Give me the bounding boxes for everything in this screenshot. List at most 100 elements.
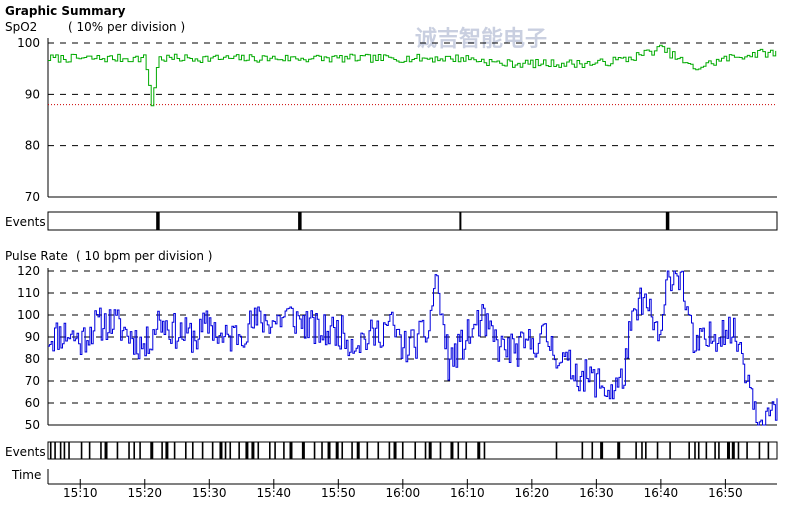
pulse-event-mark <box>104 442 108 459</box>
pulse-event-mark <box>327 442 331 459</box>
pulse-event-mark <box>59 442 62 459</box>
pulse-event-mark <box>617 442 621 459</box>
y-tick-label: 80 <box>25 139 40 153</box>
time-tick-label: 15:20 <box>127 486 162 500</box>
pulse-gridlines <box>48 270 777 404</box>
pulse-event-mark <box>439 442 442 459</box>
pulse-event-mark <box>705 442 708 459</box>
pulse-event-mark <box>211 442 214 459</box>
pulse-event-mark <box>393 442 397 459</box>
pulse-event-mark <box>283 442 285 459</box>
pulse-event-mark <box>641 442 643 459</box>
pulse-event-mark <box>116 442 119 459</box>
spo2-division-note: ( 10% per division ) <box>68 20 185 34</box>
time-tick-label: 16:10 <box>450 486 485 500</box>
pulse-event-mark <box>581 442 584 459</box>
time-tick-label: 16:50 <box>708 486 743 500</box>
pulse-event-mark <box>656 442 659 459</box>
pulse-event-mark <box>54 442 56 459</box>
pulse-panel: 50 60 70 80 90 100 110 120 <box>17 264 778 432</box>
pulse-event-mark <box>635 442 637 459</box>
watermark: 诚吉智能电子 <box>415 26 547 52</box>
pulse-event-mark <box>173 442 176 459</box>
pulse-event-mark <box>697 442 700 459</box>
pulse-event-mark <box>321 442 323 459</box>
pulse-event-mark <box>688 442 690 459</box>
time-tick-labels: 15:10 15:20 15:30 15:40 15:50 16:00 16:10 16:20… <box>63 479 743 500</box>
pulse-event-mark <box>245 442 249 459</box>
pulse-event-mark <box>726 442 730 459</box>
pulse-event-mark <box>457 442 460 459</box>
pulse-event-mark <box>229 442 232 459</box>
pulse-event-mark <box>669 442 671 459</box>
spo2-label: SpO2 <box>5 20 37 34</box>
pulse-event-mark <box>68 442 70 459</box>
spo2-event-mark <box>665 212 670 230</box>
pulse-event-mark <box>483 442 486 459</box>
pulse-event-mark <box>289 442 293 459</box>
time-tick-label: 16:30 <box>579 486 614 500</box>
pulse-event-mark <box>133 442 136 459</box>
pulse-event-mark <box>150 442 154 459</box>
y-tick-label: 70 <box>25 374 40 388</box>
pulse-event-mark <box>313 442 316 459</box>
pulse-event-mark <box>555 442 558 459</box>
y-tick-label: 90 <box>25 330 40 344</box>
pulse-event-mark <box>201 442 204 459</box>
spo2-event-mark <box>459 212 462 230</box>
pulse-event-mark <box>165 442 169 459</box>
time-tick-label: 15:10 <box>63 486 98 500</box>
pulse-event-mark <box>450 442 454 459</box>
pulse-tick-labels: 50 60 70 80 90 100 110 120 <box>17 264 40 432</box>
pulse-event-mark <box>758 442 761 459</box>
pulse-event-mark <box>401 442 404 459</box>
spo2-event-mark <box>298 212 302 230</box>
pulse-event-mark <box>714 442 716 459</box>
pulse-division-note: ( 10 bpm per division ) <box>76 249 212 263</box>
pulse-event-mark <box>414 442 417 459</box>
pulse-event-mark <box>767 442 770 459</box>
spo2-tick-labels: 70 80 90 100 <box>17 36 40 204</box>
time-axis-label: Time <box>11 468 41 482</box>
pulse-event-mark <box>645 442 647 459</box>
pulse-event-mark <box>694 442 696 459</box>
spo2-panel: 70 80 90 100 <box>17 36 777 204</box>
pulse-event-mark <box>88 442 91 459</box>
y-tick-label: 80 <box>25 352 40 366</box>
pulse-event-mark <box>80 442 83 459</box>
pulse-event-mark <box>161 442 163 459</box>
time-tick-label: 15:40 <box>256 486 291 500</box>
pulse-event-mark <box>139 442 141 459</box>
pulse-event-mark <box>238 442 240 459</box>
pulse-event-mark <box>128 442 130 459</box>
pulse-event-mark <box>477 442 481 459</box>
y-tick-label: 110 <box>17 286 40 300</box>
pulse-event-mark <box>600 442 604 459</box>
y-tick-label: 120 <box>17 264 40 278</box>
y-tick-label: 90 <box>25 87 40 101</box>
pulse-event-mark <box>257 442 260 459</box>
pulse-event-mark <box>746 442 748 459</box>
pulse-event-mark <box>366 442 369 459</box>
y-tick-label: 100 <box>17 36 40 50</box>
pulse-event-mark <box>219 442 223 459</box>
pulse-event-mark <box>335 442 339 459</box>
time-tick-label: 15:50 <box>321 486 356 500</box>
pulse-event-mark <box>737 442 740 459</box>
pulse-events-label: Events <box>5 445 46 459</box>
spo2-series-line <box>48 44 777 107</box>
spo2-gridlines <box>48 42 777 147</box>
pulse-event-mark <box>184 442 187 459</box>
pulse-event-mark <box>731 442 735 459</box>
y-tick-label: 70 <box>25 190 40 204</box>
pulse-event-mark <box>191 442 194 459</box>
spo2-events-label: Events <box>5 215 46 229</box>
pulse-label: Pulse Rate <box>5 249 68 263</box>
pulse-event-mark <box>351 442 353 459</box>
time-tick-label: 16:20 <box>515 486 550 500</box>
pulse-event-mark <box>49 442 52 459</box>
pulse-event-mark <box>718 442 720 459</box>
pulse-event-mark <box>377 442 380 459</box>
pulse-series-line <box>48 270 778 426</box>
pulse-event-mark <box>465 442 468 459</box>
